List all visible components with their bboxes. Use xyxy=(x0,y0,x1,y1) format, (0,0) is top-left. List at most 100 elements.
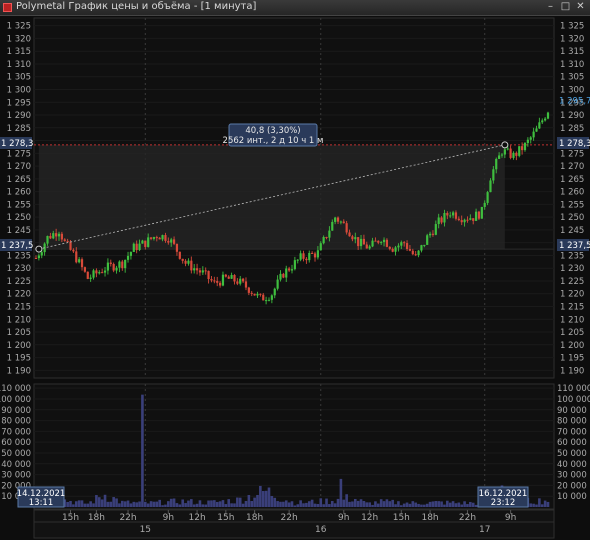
volume-bar xyxy=(161,505,164,507)
last-price-label: 1 295,7 xyxy=(559,96,590,106)
price-tick-right: 1 270 xyxy=(560,162,584,172)
volume-bar xyxy=(175,503,179,507)
volume-bar xyxy=(120,500,124,507)
minimize-button[interactable]: – xyxy=(544,1,557,13)
candle-down xyxy=(233,275,236,282)
title-bar[interactable]: Polymetal График цены и объёма - [1 мину… xyxy=(0,0,590,16)
price-tick-left: 1 220 xyxy=(7,290,31,300)
candle-up xyxy=(420,245,423,251)
price-volume-chart[interactable]: 1 325 1 320 1 315 1 310 1 305 1 300 1 295 1 290… xyxy=(0,16,590,540)
maximize-button[interactable]: □ xyxy=(559,1,572,13)
candle-down xyxy=(184,260,187,264)
volume-tick-right: 40 000 xyxy=(557,460,587,470)
candle-up xyxy=(503,149,506,155)
candle-up xyxy=(265,300,268,302)
price-tick-right: 1 255 xyxy=(560,200,584,210)
price-tick-left: 1 215 xyxy=(7,303,31,313)
volume-bar xyxy=(431,501,435,507)
candle-up xyxy=(267,299,271,301)
candle-up xyxy=(495,158,498,170)
candle-down xyxy=(262,294,265,301)
volume-bar xyxy=(279,501,282,507)
volume-bar xyxy=(428,501,432,507)
price-tick-left: 1 195 xyxy=(7,354,31,364)
volume-pane[interactable] xyxy=(33,383,555,510)
end-date-marker: 16.12.2021 23:12 xyxy=(477,486,529,508)
price-tick-left: 1 285 xyxy=(7,124,31,134)
volume-bar xyxy=(345,494,348,507)
price-tick-left: 1 210 xyxy=(7,315,31,325)
candle-up xyxy=(129,251,133,256)
candle-down xyxy=(86,271,89,279)
volume-bar xyxy=(264,490,268,507)
candle-down xyxy=(34,258,38,259)
price-tick-right: 1 230 xyxy=(560,264,584,274)
volume-bar xyxy=(353,498,357,507)
volume-bar xyxy=(187,500,190,507)
price-tick-left: 1 235 xyxy=(7,251,31,261)
candle-up xyxy=(118,261,121,268)
candle-up xyxy=(538,122,541,129)
candle-down xyxy=(181,258,184,261)
volume-bar xyxy=(282,501,285,507)
price-tick-right: 1 245 xyxy=(560,226,584,236)
price-tick-right: 1 220 xyxy=(560,290,584,300)
candle-down xyxy=(101,272,104,274)
candle-up xyxy=(498,155,501,159)
candle-up xyxy=(480,206,483,219)
volume-bar xyxy=(155,501,159,507)
candle-down xyxy=(431,233,435,235)
candle-up xyxy=(273,288,276,296)
volume-bar xyxy=(319,498,323,507)
hour-label: 22h xyxy=(459,513,476,523)
price-tick-right: 1 210 xyxy=(560,315,584,325)
volume-bar xyxy=(437,501,440,507)
candle-down xyxy=(66,240,69,242)
candle-up xyxy=(544,118,547,121)
measurement-start-point[interactable] xyxy=(35,245,43,253)
candle-up xyxy=(526,139,529,144)
candle-up xyxy=(285,268,288,278)
volume-bar xyxy=(164,504,167,507)
candle-up xyxy=(523,143,527,151)
svg-text:1 278,3: 1 278,3 xyxy=(1,139,33,149)
volume-bar xyxy=(253,497,256,507)
candle-up xyxy=(359,238,363,247)
candle-down xyxy=(72,249,75,252)
volume-bar xyxy=(293,505,297,507)
close-button[interactable]: ✕ xyxy=(574,1,587,13)
volume-bar xyxy=(138,501,141,507)
price-tick-right: 1 250 xyxy=(560,213,584,223)
candle-up xyxy=(256,293,259,296)
price-tick-right: 1 315 xyxy=(560,47,584,57)
candle-down xyxy=(509,148,512,158)
candle-up xyxy=(40,252,43,256)
volume-bar xyxy=(299,500,302,507)
candle-down xyxy=(414,254,417,256)
measurement-end-point[interactable] xyxy=(501,141,509,149)
volume-bar xyxy=(178,504,182,507)
volume-bar xyxy=(236,497,239,507)
volume-bar xyxy=(184,503,187,507)
volume-bar xyxy=(83,503,87,507)
volume-bar xyxy=(414,502,417,507)
volume-bar xyxy=(417,503,420,507)
hour-label: 12h xyxy=(361,513,378,523)
candle-down xyxy=(515,152,518,156)
volume-tick-left: 60 000 xyxy=(1,438,31,448)
price-tick-left: 1 260 xyxy=(7,188,31,198)
volume-tick-left: 70 000 xyxy=(1,427,31,437)
volume-bar xyxy=(351,501,354,507)
volume-bar xyxy=(423,504,426,507)
volume-bar xyxy=(529,503,533,507)
volume-bar xyxy=(394,504,397,507)
volume-bar xyxy=(474,504,478,507)
candle-down xyxy=(213,280,216,282)
candle-up xyxy=(532,131,535,138)
candle-up xyxy=(270,295,273,300)
hour-label: 22h xyxy=(119,513,136,523)
candle-down xyxy=(195,268,199,271)
candle-up xyxy=(57,233,61,237)
candle-up xyxy=(293,260,296,270)
volume-bar xyxy=(336,498,340,507)
